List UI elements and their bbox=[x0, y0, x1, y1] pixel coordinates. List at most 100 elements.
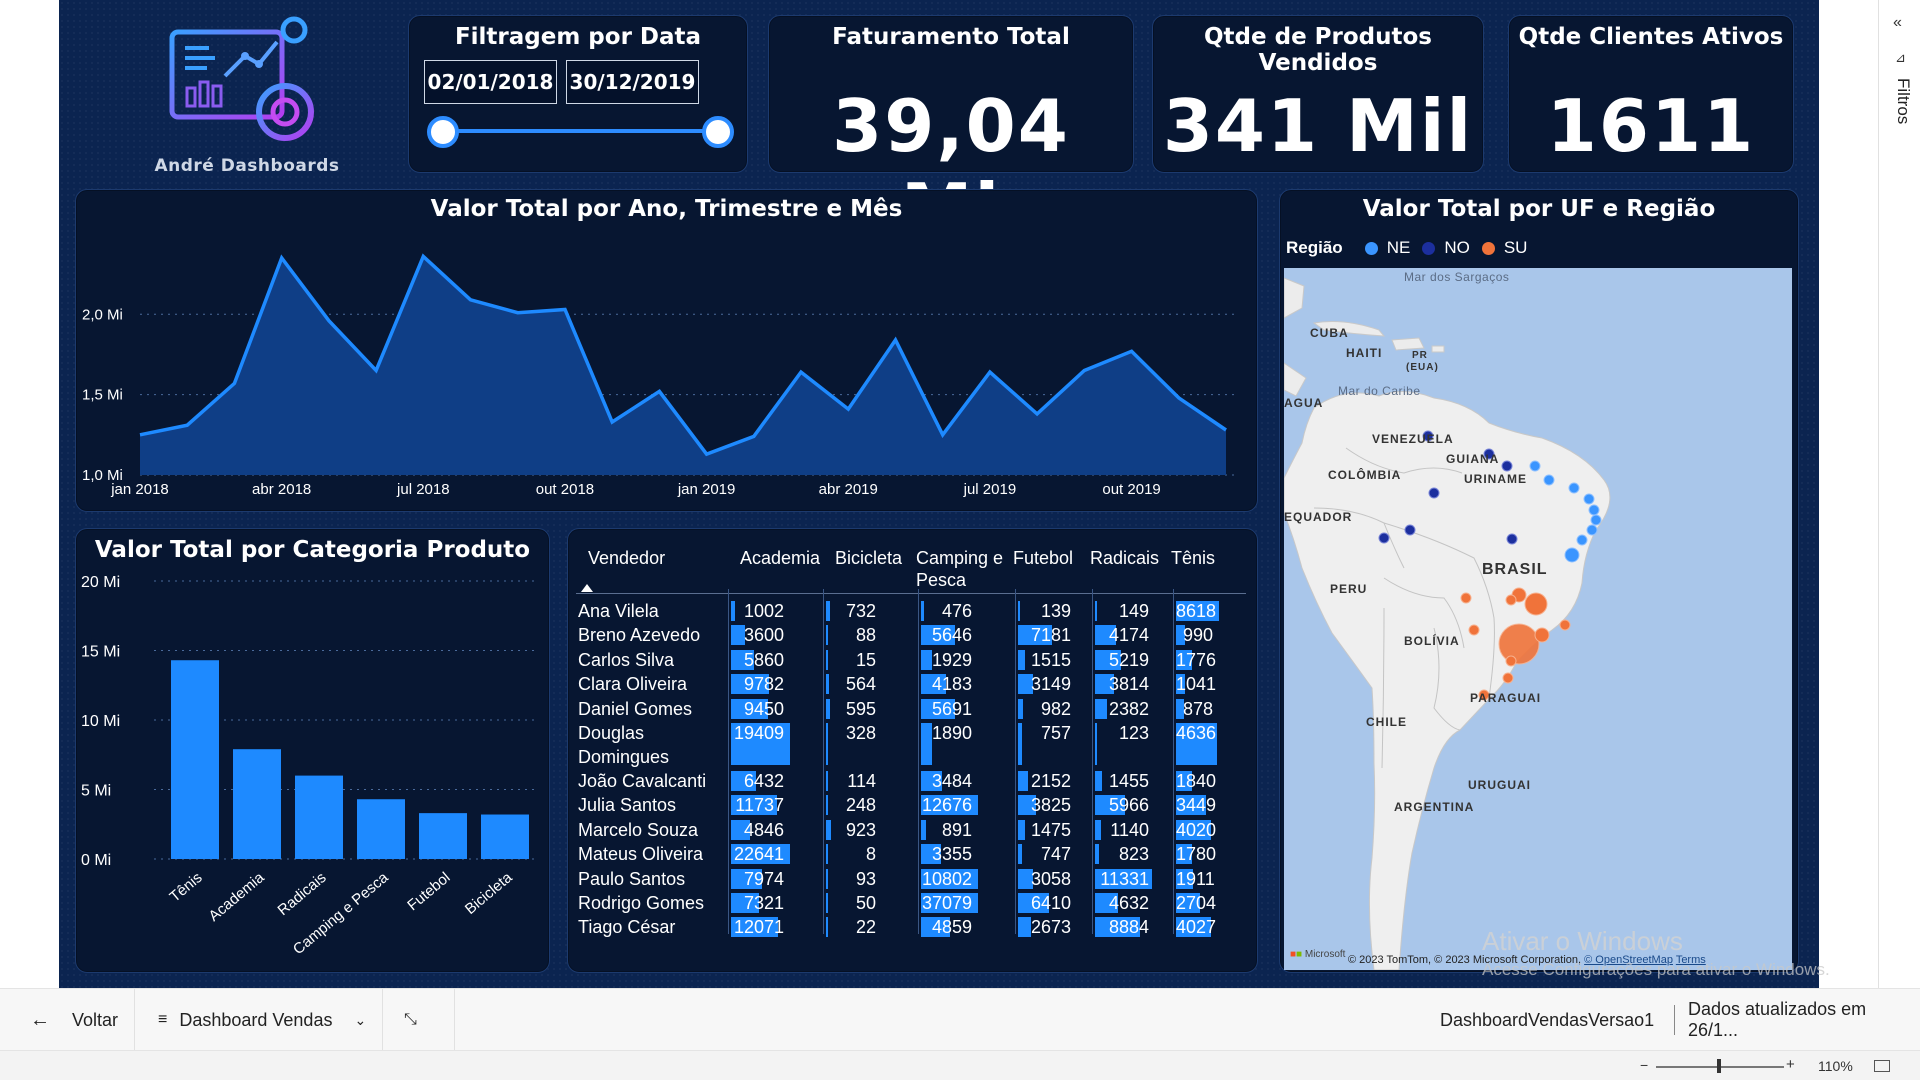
map-bubble-su[interactable] bbox=[1559, 619, 1571, 631]
table-cell[interactable]: 1890 bbox=[921, 721, 972, 745]
filter-icon[interactable]: ⊿ bbox=[1895, 50, 1906, 66]
table-cell[interactable]: 8618 bbox=[1176, 599, 1216, 623]
table-cell[interactable]: 3058 bbox=[1018, 867, 1071, 891]
table-cell[interactable]: 1840 bbox=[1176, 769, 1216, 793]
map-bubble-no[interactable] bbox=[1378, 532, 1390, 544]
map-bubble-ne[interactable] bbox=[1586, 524, 1598, 536]
table-row[interactable]: Mateus Oliveira 22641 8 3355 747 823 1780 bbox=[568, 842, 1257, 866]
table-cell[interactable]: 982 bbox=[1018, 697, 1071, 721]
table-cell[interactable]: 8 bbox=[826, 842, 876, 866]
collapse-view-icon[interactable]: ⤡ bbox=[404, 989, 417, 1051]
table-cell[interactable]: 1475 bbox=[1018, 818, 1071, 842]
table-cell[interactable]: 7974 bbox=[731, 867, 784, 891]
map-bubble-ne[interactable] bbox=[1543, 474, 1555, 486]
table-cell[interactable]: 1455 bbox=[1095, 769, 1149, 793]
table-row[interactable]: Ana Vilela 1002 732 476 139 149 8618 bbox=[568, 599, 1257, 623]
map-bubble-su[interactable] bbox=[1460, 592, 1472, 604]
column-header-tenis[interactable]: Tênis bbox=[1171, 547, 1215, 569]
map-bubble-no[interactable] bbox=[1428, 487, 1440, 499]
map-bubble-su[interactable] bbox=[1468, 624, 1480, 636]
table-cell[interactable]: 1515 bbox=[1018, 648, 1071, 672]
table-cell[interactable]: 19409 bbox=[731, 721, 784, 745]
table-row[interactable]: Breno Azevedo 3600 88 5646 7181 4174 990 bbox=[568, 623, 1257, 647]
filters-panel[interactable]: « ⊿ bbox=[1878, 0, 1920, 988]
column-header-futebol[interactable]: Futebol bbox=[1013, 547, 1073, 569]
table-cell[interactable]: 15 bbox=[826, 648, 876, 672]
end-date-input[interactable]: 30/12/2019 bbox=[566, 60, 699, 104]
table-cell[interactable]: 595 bbox=[826, 697, 876, 721]
table-cell[interactable]: 114 bbox=[826, 769, 876, 793]
table-cell[interactable]: 22 bbox=[826, 915, 876, 939]
table-cell[interactable]: 4846 bbox=[731, 818, 784, 842]
table-cell[interactable]: 3825 bbox=[1018, 793, 1071, 817]
table-cell[interactable]: 4174 bbox=[1095, 623, 1149, 647]
table-cell[interactable]: 732 bbox=[826, 599, 876, 623]
table-row[interactable]: Carlos Silva 5860 15 1929 1515 5219 1776 bbox=[568, 648, 1257, 672]
table-cell[interactable]: 1929 bbox=[921, 648, 972, 672]
table-cell[interactable]: 747 bbox=[1018, 842, 1071, 866]
table-cell[interactable]: 4859 bbox=[921, 915, 972, 939]
table-cell[interactable]: 248 bbox=[826, 793, 876, 817]
table-cell[interactable]: 564 bbox=[826, 672, 876, 696]
table-cell[interactable]: 1911 bbox=[1176, 867, 1215, 891]
table-cell[interactable]: 5966 bbox=[1095, 793, 1149, 817]
slider-start-handle[interactable] bbox=[427, 116, 459, 148]
table-cell[interactable]: 149 bbox=[1095, 599, 1149, 623]
table-cell[interactable]: 823 bbox=[1095, 842, 1149, 866]
table-cell[interactable]: 37079 bbox=[921, 891, 972, 915]
table-cell[interactable]: 2382 bbox=[1095, 697, 1149, 721]
column-header-bicicleta[interactable]: Bicicleta bbox=[835, 547, 902, 569]
map-bubble-ne[interactable] bbox=[1568, 482, 1580, 494]
map-bubble-ne[interactable] bbox=[1588, 504, 1600, 516]
table-cell[interactable]: 4636 bbox=[1176, 721, 1216, 745]
table-row[interactable]: Julia Santos 11737 248 12676 3825 5966 3449 bbox=[568, 793, 1257, 817]
date-range-slider[interactable] bbox=[444, 129, 730, 133]
table-cell[interactable]: 123 bbox=[1095, 721, 1149, 745]
table-cell[interactable]: 2152 bbox=[1018, 769, 1071, 793]
table-cell[interactable]: 328 bbox=[826, 721, 876, 745]
bubble-map[interactable]: Mar dos Sargaços CUBA HAITI PR (EUA) Mar… bbox=[1284, 268, 1792, 970]
map-bubble-no[interactable] bbox=[1404, 524, 1416, 536]
table-cell[interactable]: 3814 bbox=[1095, 672, 1149, 696]
map-bubble-ne[interactable] bbox=[1564, 547, 1580, 563]
legend-label-ne[interactable]: NE bbox=[1387, 238, 1411, 258]
table-cell[interactable]: 93 bbox=[826, 867, 876, 891]
map-bubble-su[interactable] bbox=[1502, 672, 1514, 684]
collapse-chevron-icon[interactable]: « bbox=[1893, 14, 1902, 32]
column-header-vendedor[interactable]: Vendedor bbox=[588, 547, 665, 569]
filters-panel-label[interactable]: Filtros bbox=[1893, 78, 1913, 124]
table-cell[interactable]: 6432 bbox=[731, 769, 784, 793]
map-bubble-ne[interactable] bbox=[1576, 534, 1588, 546]
table-cell[interactable]: 6410 bbox=[1018, 891, 1071, 915]
table-cell[interactable]: 990 bbox=[1176, 623, 1213, 647]
start-date-input[interactable]: 02/01/2018 bbox=[424, 60, 557, 104]
zoom-out-icon[interactable]: − bbox=[1640, 1057, 1648, 1073]
sort-ascending-icon[interactable] bbox=[580, 583, 594, 593]
table-cell[interactable]: 12676 bbox=[921, 793, 972, 817]
table-row[interactable]: Clara Oliveira 9782 564 4183 3149 3814 1041 bbox=[568, 672, 1257, 696]
zoom-level[interactable]: 110% bbox=[1818, 1058, 1853, 1074]
table-cell[interactable]: 88 bbox=[826, 623, 876, 647]
table-cell[interactable]: 50 bbox=[826, 891, 876, 915]
map-bubble-ne[interactable] bbox=[1590, 514, 1602, 526]
map-bubble-no[interactable] bbox=[1501, 460, 1513, 472]
table-cell[interactable]: 1776 bbox=[1176, 648, 1216, 672]
table-cell[interactable]: 10802 bbox=[921, 867, 972, 891]
table-cell[interactable]: 8884 bbox=[1095, 915, 1149, 939]
page-selector[interactable]: ≡ Dashboard Vendas ⌄ bbox=[158, 989, 366, 1051]
legend-label-su[interactable]: SU bbox=[1504, 238, 1528, 258]
table-row[interactable]: Paulo Santos 7974 93 10802 3058 11331 1911 bbox=[568, 867, 1257, 891]
map-bubble-su[interactable] bbox=[1505, 594, 1517, 606]
table-cell[interactable]: 5219 bbox=[1095, 648, 1149, 672]
table-cell[interactable]: 139 bbox=[1018, 599, 1071, 623]
table-cell[interactable]: 2673 bbox=[1018, 915, 1071, 939]
table-cell[interactable]: 3484 bbox=[921, 769, 972, 793]
table-cell[interactable]: 757 bbox=[1018, 721, 1071, 745]
table-row[interactable]: Douglas Domingues 19409 328 1890 757 123 4636 bbox=[568, 721, 1257, 769]
zoom-in-icon[interactable]: + bbox=[1786, 1056, 1795, 1073]
table-cell[interactable]: 22641 bbox=[731, 842, 784, 866]
table-cell[interactable]: 11737 bbox=[731, 793, 784, 817]
table-cell[interactable]: 11331 bbox=[1095, 867, 1149, 891]
map-bubble-no[interactable] bbox=[1506, 533, 1518, 545]
table-cell[interactable]: 3149 bbox=[1018, 672, 1071, 696]
